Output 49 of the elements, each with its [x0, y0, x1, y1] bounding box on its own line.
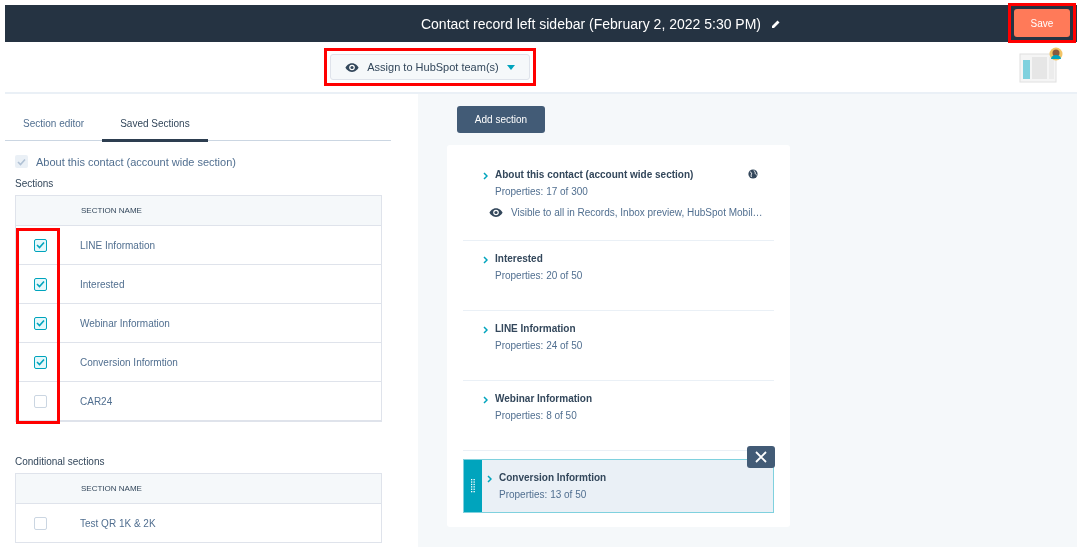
section-title: Conversion Informtion — [499, 472, 608, 483]
table-cell: Conversion Informtion — [80, 356, 178, 368]
checkbox[interactable] — [34, 316, 47, 330]
checkbox[interactable] — [34, 516, 47, 530]
table-cell: CAR24 — [80, 395, 113, 407]
visibility-text: Visible to all in Records, Inbox preview, HubSpot Mobil… — [511, 207, 763, 218]
checkbox-label: About this contact (account wide section) — [36, 155, 236, 168]
section-title: LINE Information — [495, 323, 577, 334]
properties-count: Properties: 17 of 300 — [495, 186, 589, 197]
checkbox[interactable] — [34, 355, 47, 369]
section-title: Interested — [495, 253, 544, 264]
tab[interactable]: Saved Sections — [102, 108, 208, 142]
tab[interactable]: Section editor — [5, 108, 103, 142]
table-cell: LINE Information — [80, 239, 156, 251]
section-item[interactable]: About this contact (account wide section) Properties: 17 of 300 Visible to all in Records, Inbox preview, HubSpot Mobil… — [463, 157, 774, 241]
properties-count: Properties: 8 of 50 — [495, 410, 578, 421]
section-heading: Conditional sections — [15, 456, 106, 467]
checkbox[interactable] — [34, 238, 47, 252]
column-header: SECTION NAME — [81, 206, 142, 215]
selected-section[interactable]: Conversion Informtion Properties: 13 of 50 — [463, 459, 774, 513]
column-header: SECTION NAME — [81, 484, 142, 493]
close-icon — [755, 451, 767, 463]
page-title: Contact record left sidebar (February 2, 2022 5:30 PM) — [420, 15, 762, 32]
layout-preview-drawing — [1019, 47, 1063, 83]
table-cell: Test QR 1K & 2K — [80, 517, 156, 529]
close-button[interactable] — [747, 446, 775, 468]
drag-handle-icon[interactable] — [471, 479, 475, 493]
section-item[interactable]: LINE Information Properties: 24 of 50 — [463, 311, 774, 381]
eye-icon — [489, 208, 503, 217]
pencil-icon[interactable] — [771, 18, 782, 29]
chevron-icon[interactable] — [483, 172, 488, 180]
properties-count: Properties: 13 of 50 — [499, 489, 588, 500]
chevron-icon[interactable] — [487, 475, 492, 483]
section-item[interactable]: Interested Properties: 20 of 50 — [463, 241, 774, 311]
chevron-icon[interactable] — [483, 326, 488, 334]
section-title: Webinar Information — [495, 393, 594, 404]
section-title: About this contact (account wide section) — [495, 169, 695, 180]
add-section-button[interactable]: Add section — [457, 106, 545, 133]
table-cell: Webinar Information — [80, 317, 170, 329]
eye-icon — [345, 62, 360, 72]
properties-count: Properties: 24 of 50 — [495, 340, 584, 351]
properties-count: Properties: 20 of 50 — [495, 270, 584, 281]
checkbox[interactable] — [34, 277, 47, 291]
team-dropdown[interactable]: Assign to HubSpot team(s) — [330, 54, 530, 80]
section-heading: Sections — [15, 178, 55, 189]
chevron-icon[interactable] — [483, 256, 488, 264]
checkbox[interactable] — [34, 394, 47, 408]
table-cell: Interested — [80, 278, 125, 290]
chevron-icon[interactable] — [483, 396, 488, 404]
